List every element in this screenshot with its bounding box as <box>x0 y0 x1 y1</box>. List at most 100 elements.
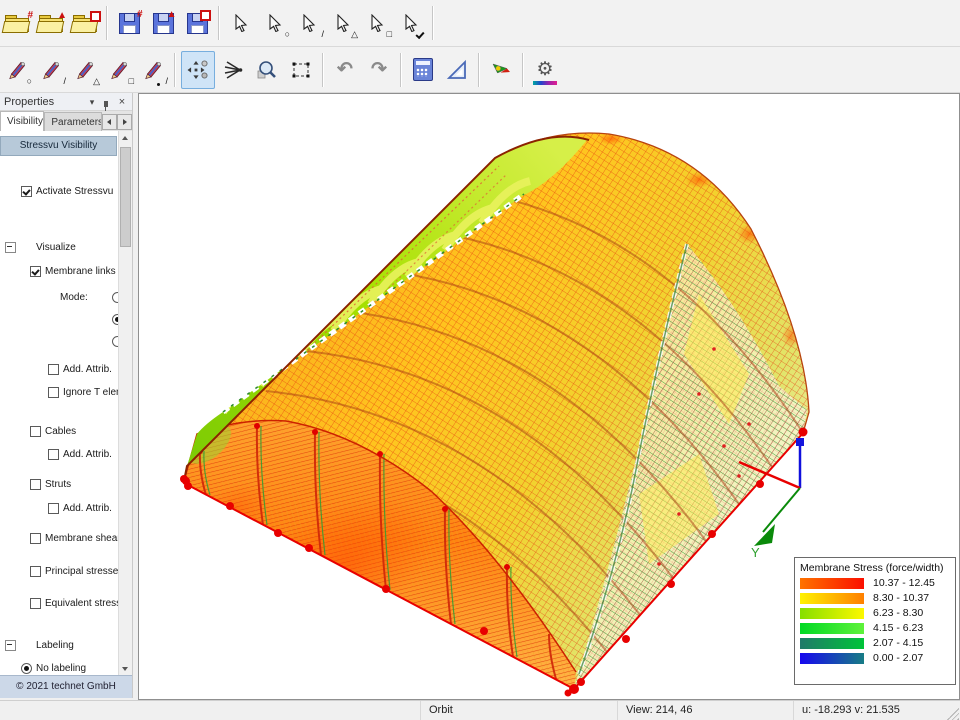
scroll-up-button[interactable] <box>119 131 132 146</box>
checkbox-cables[interactable]: Cables <box>0 424 132 439</box>
tab-scroll-right-button[interactable] <box>117 114 132 130</box>
section-labeling[interactable]: Labeling <box>0 638 119 653</box>
separator <box>432 6 434 40</box>
cursor-icon <box>370 14 384 32</box>
checkbox-ignore-t-elements[interactable]: Ignore T elements <box>0 385 132 400</box>
checkbox-activate-stressvu[interactable]: Activate Stressvu <box>0 184 132 199</box>
draw-segment-button[interactable]: / <box>137 52 169 88</box>
orbit-icon <box>187 59 209 81</box>
panel-menu-button[interactable]: ▾ <box>86 95 98 109</box>
cursor-icon <box>404 14 418 32</box>
draw-line-button[interactable]: / <box>35 52 67 88</box>
undo-icon: ↶ <box>337 60 353 80</box>
open-square-button[interactable] <box>69 5 101 41</box>
y-axis-arrowhead <box>754 524 775 546</box>
rays-button[interactable] <box>217 52 249 88</box>
checkbox-add-attrib-cables[interactable]: Add. Attrib. <box>0 447 132 462</box>
floppy-save-icon: ▲ <box>153 13 174 34</box>
checkbox-add-attrib-struts[interactable]: Add. Attrib. <box>0 501 132 516</box>
cursor-icon <box>302 14 316 32</box>
square-modifier-icon: □ <box>129 77 134 86</box>
checkbox-struts[interactable]: Struts <box>0 477 132 492</box>
legend-row: 0.00 - 2.07 <box>800 652 950 664</box>
line-modifier-icon: / <box>63 77 66 86</box>
section-visualize[interactable]: Visualize <box>0 240 119 255</box>
checkbox-icon <box>30 533 41 544</box>
stress-legend: Membrane Stress (force/width) 10.37 - 12… <box>794 557 956 685</box>
stressvu-flag-button[interactable] <box>485 52 517 88</box>
pencil-icon <box>41 60 61 80</box>
status-view: View: 214, 46 <box>617 701 793 720</box>
legend-row: 4.15 - 6.23 <box>800 622 950 634</box>
select-triangle-button[interactable]: △ <box>327 5 359 41</box>
toolbar-tools: ○ / △ □ / <box>0 47 960 93</box>
checkbox-icon <box>48 364 59 375</box>
legend-colorbar <box>800 638 864 649</box>
undo-button[interactable]: ↶ <box>329 52 361 88</box>
checkbox-membrane-shear[interactable]: Membrane shear <box>0 531 132 546</box>
line-modifier-icon: / <box>321 30 324 39</box>
checkbox-icon <box>30 426 41 437</box>
checkbox-icon <box>30 479 41 490</box>
redo-button[interactable]: ↷ <box>363 52 395 88</box>
panel-scrollbar[interactable] <box>118 131 132 676</box>
select-button[interactable] <box>225 5 257 41</box>
set-square-button[interactable] <box>441 52 473 88</box>
checkbox-add-attrib-membrane[interactable]: Add. Attrib. <box>0 362 132 377</box>
checkbox-equivalent-stresses[interactable]: Equivalent stresses <box>0 596 132 611</box>
checkbox-membrane-links[interactable]: Membrane links <box>0 264 132 279</box>
pencil-icon <box>7 60 27 80</box>
scrollbar-thumb[interactable] <box>120 147 131 247</box>
application-window: # ▲ # ▲ ○ / △ □ ○ / △ □ / <box>0 0 960 720</box>
open-hash-button[interactable]: # <box>1 5 33 41</box>
orbit-button[interactable] <box>181 51 215 89</box>
panel-body: Stressvu Visibility Activate Stressvu Vi… <box>0 131 132 698</box>
calculator-icon <box>413 58 433 81</box>
zoom-window-button[interactable] <box>285 52 317 88</box>
cursor-icon <box>234 14 248 32</box>
pencil-icon <box>75 60 95 80</box>
tab-visibility[interactable]: Visibility <box>0 111 44 132</box>
save-hash-button[interactable]: # <box>113 5 145 41</box>
select-line-button[interactable]: / <box>293 5 325 41</box>
circle-modifier-icon: ○ <box>285 30 290 39</box>
status-uv: u: -18.293 v: 21.535 <box>793 701 945 720</box>
select-point-button[interactable]: ○ <box>259 5 291 41</box>
select-apply-button[interactable] <box>395 5 427 41</box>
floppy-save-icon: # <box>119 13 140 34</box>
calculator-button[interactable] <box>407 52 439 88</box>
viewport-3d[interactable]: Y Membrane Stress (force/width) 10.37 - … <box>138 93 960 700</box>
scroll-down-button[interactable] <box>119 661 132 676</box>
legend-row: 6.23 - 8.30 <box>800 607 950 619</box>
radio-no-labeling[interactable]: No labeling <box>0 661 132 676</box>
save-square-button[interactable] <box>181 5 213 41</box>
select-square-button[interactable]: □ <box>361 5 393 41</box>
legend-title: Membrane Stress (force/width) <box>800 562 950 574</box>
segment-modifier-icon: / <box>165 77 168 86</box>
collapse-icon <box>5 242 16 253</box>
tab-parameters[interactable]: Parameters <box>44 112 102 132</box>
settings-button[interactable]: ⚙ <box>529 52 561 88</box>
separator <box>218 6 220 40</box>
tab-scroll-left-button[interactable] <box>102 114 117 130</box>
pin-button[interactable] <box>100 95 112 109</box>
separator <box>174 53 176 87</box>
square-modifier-icon: □ <box>387 30 392 39</box>
gradient-bar-icon <box>533 81 557 85</box>
radio-icon <box>21 663 32 674</box>
draw-triangle-button[interactable]: △ <box>69 52 101 88</box>
save-triangle-button[interactable]: ▲ <box>147 5 179 41</box>
zoom-button[interactable] <box>251 52 283 88</box>
checkbox-principal-stresses[interactable]: Principal stresses <box>0 564 132 579</box>
resize-grip[interactable] <box>947 708 959 720</box>
open-triangle-button[interactable]: ▲ <box>35 5 67 41</box>
panel-close-button[interactable]: × <box>116 95 128 109</box>
draw-square-button[interactable]: □ <box>103 52 135 88</box>
panel-title-text: Properties <box>4 96 54 108</box>
panel-titlebar[interactable]: Properties ▾ × <box>0 93 132 111</box>
legend-colorbar <box>800 623 864 634</box>
checkbox-icon <box>48 503 59 514</box>
checkbox-icon <box>21 186 32 197</box>
draw-point-button[interactable]: ○ <box>1 52 33 88</box>
triangle-modifier-icon: △ <box>93 77 100 86</box>
